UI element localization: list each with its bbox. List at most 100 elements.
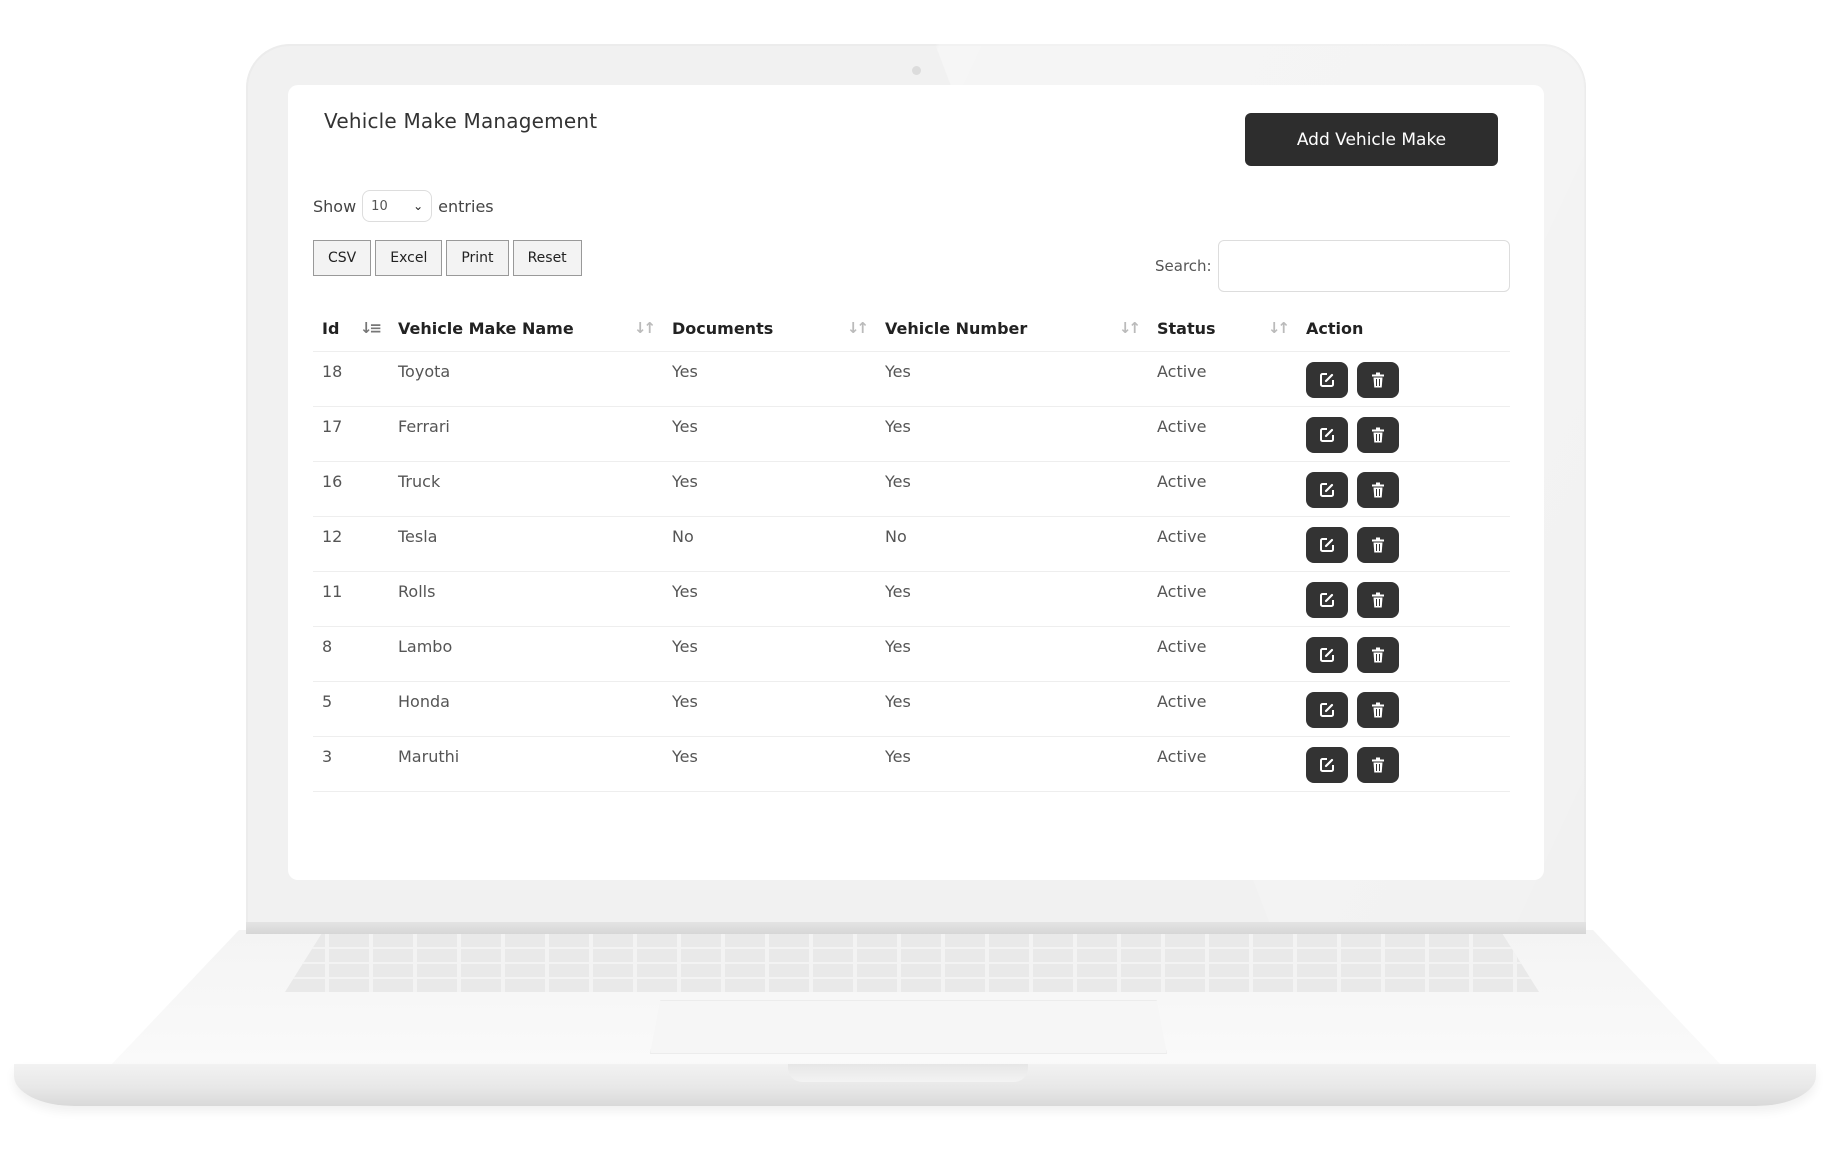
- trash-icon: [1372, 482, 1385, 498]
- cell-vehicle-number: Yes: [876, 736, 1148, 792]
- export-toolbar: CSV Excel Print Reset: [313, 240, 582, 276]
- entries-label: entries: [438, 196, 494, 216]
- edit-icon: [1320, 593, 1334, 607]
- column-header-label: Vehicle Make Name: [398, 318, 574, 338]
- delete-button[interactable]: [1357, 582, 1400, 618]
- cell-vehicle-number: Yes: [876, 461, 1148, 517]
- column-header-status[interactable]: Status ↓↑: [1148, 305, 1297, 352]
- column-header-label: Status: [1157, 318, 1216, 338]
- table-row: 12 Tesla No No Active: [313, 516, 1510, 572]
- cell-name: Maruthi: [389, 736, 663, 792]
- cell-name: Tesla: [389, 516, 663, 572]
- edit-icon: [1320, 703, 1334, 717]
- cell-action: [1297, 406, 1510, 462]
- table-row: 5 Honda Yes Yes Active: [313, 681, 1510, 737]
- trash-icon: [1372, 702, 1385, 718]
- delete-button[interactable]: [1357, 362, 1400, 398]
- print-button[interactable]: Print: [446, 240, 509, 276]
- cell-vehicle-number: Yes: [876, 681, 1148, 737]
- webcam: [912, 66, 921, 75]
- cell-documents: Yes: [663, 406, 876, 462]
- cell-documents: No: [663, 516, 876, 572]
- column-header-label: Vehicle Number: [885, 318, 1028, 338]
- cell-vehicle-number: Yes: [876, 626, 1148, 682]
- add-vehicle-make-button[interactable]: Add Vehicle Make: [1245, 113, 1498, 166]
- cell-vehicle-number: Yes: [876, 351, 1148, 407]
- laptop-notch: [788, 1064, 1028, 1082]
- csv-button[interactable]: CSV: [313, 240, 372, 276]
- delete-button[interactable]: [1357, 637, 1400, 673]
- column-header-vehicle-number[interactable]: Vehicle Number ↓↑: [876, 305, 1148, 352]
- cell-name: Lambo: [389, 626, 663, 682]
- excel-button[interactable]: Excel: [375, 240, 443, 276]
- table-row: 3 Maruthi Yes Yes Active: [313, 736, 1510, 792]
- cell-action: [1297, 351, 1510, 407]
- cell-action: [1297, 736, 1510, 792]
- edit-button[interactable]: [1306, 747, 1348, 783]
- cell-status: Active: [1148, 516, 1297, 572]
- search-input[interactable]: [1217, 240, 1510, 292]
- edit-button[interactable]: [1306, 582, 1348, 618]
- column-header-id[interactable]: Id ↓≡: [313, 305, 389, 352]
- trash-icon: [1372, 427, 1385, 443]
- page-length-value: 10: [371, 198, 388, 214]
- cell-id: 11: [313, 571, 389, 627]
- cell-status: Active: [1148, 406, 1297, 462]
- cell-action: [1297, 516, 1510, 572]
- edit-button[interactable]: [1306, 472, 1348, 508]
- column-header-label: Id: [322, 318, 340, 338]
- cell-documents: Yes: [663, 571, 876, 627]
- sort-icon: ↓↑: [633, 319, 656, 337]
- cell-action: [1297, 461, 1510, 517]
- sort-icon: ↓↑: [1267, 319, 1290, 337]
- column-header-documents[interactable]: Documents ↓↑: [663, 305, 876, 352]
- column-header-name[interactable]: Vehicle Make Name ↓↑: [389, 305, 663, 352]
- sort-icon: ↓↑: [846, 319, 869, 337]
- page-length-select[interactable]: 10 ⌄: [362, 190, 433, 222]
- column-header-label: Documents: [672, 318, 774, 338]
- cell-status: Active: [1148, 571, 1297, 627]
- cell-documents: Yes: [663, 736, 876, 792]
- column-header-action: Action: [1297, 305, 1510, 352]
- table-row: 18 Toyota Yes Yes Active: [313, 351, 1510, 407]
- table-row: 16 Truck Yes Yes Active: [313, 461, 1510, 517]
- cell-id: 8: [313, 626, 389, 682]
- edit-icon: [1320, 483, 1334, 497]
- table-row: 17 Ferrari Yes Yes Active: [313, 406, 1510, 462]
- cell-status: Active: [1148, 351, 1297, 407]
- cell-name: Honda: [389, 681, 663, 737]
- column-header-label: Action: [1306, 318, 1364, 338]
- page-length-control: Show 10 ⌄ entries: [313, 189, 494, 223]
- delete-button[interactable]: [1357, 417, 1400, 453]
- cell-vehicle-number: Yes: [876, 406, 1148, 462]
- cell-documents: Yes: [663, 681, 876, 737]
- cell-id: 3: [313, 736, 389, 792]
- cell-id: 5: [313, 681, 389, 737]
- cell-id: 17: [313, 406, 389, 462]
- cell-action: [1297, 571, 1510, 627]
- cell-status: Active: [1148, 461, 1297, 517]
- delete-button[interactable]: [1357, 527, 1400, 563]
- delete-button[interactable]: [1357, 692, 1400, 728]
- cell-action: [1297, 626, 1510, 682]
- cell-id: 18: [313, 351, 389, 407]
- cell-status: Active: [1148, 626, 1297, 682]
- edit-button[interactable]: [1306, 692, 1348, 728]
- table-row: 11 Rolls Yes Yes Active: [313, 571, 1510, 627]
- reset-button[interactable]: Reset: [512, 240, 582, 276]
- edit-button[interactable]: [1306, 417, 1348, 453]
- edit-button[interactable]: [1306, 527, 1348, 563]
- edit-button[interactable]: [1306, 362, 1348, 398]
- sort-icon: ↓≡: [359, 319, 382, 337]
- cell-vehicle-number: Yes: [876, 571, 1148, 627]
- cell-documents: Yes: [663, 626, 876, 682]
- delete-button[interactable]: [1357, 472, 1400, 508]
- edit-icon: [1320, 428, 1334, 442]
- edit-button[interactable]: [1306, 637, 1348, 673]
- delete-button[interactable]: [1357, 747, 1400, 783]
- search-control: Search:: [1155, 240, 1510, 292]
- cell-id: 12: [313, 516, 389, 572]
- trackpad: [650, 1000, 1167, 1054]
- cell-name: Rolls: [389, 571, 663, 627]
- cell-name: Toyota: [389, 351, 663, 407]
